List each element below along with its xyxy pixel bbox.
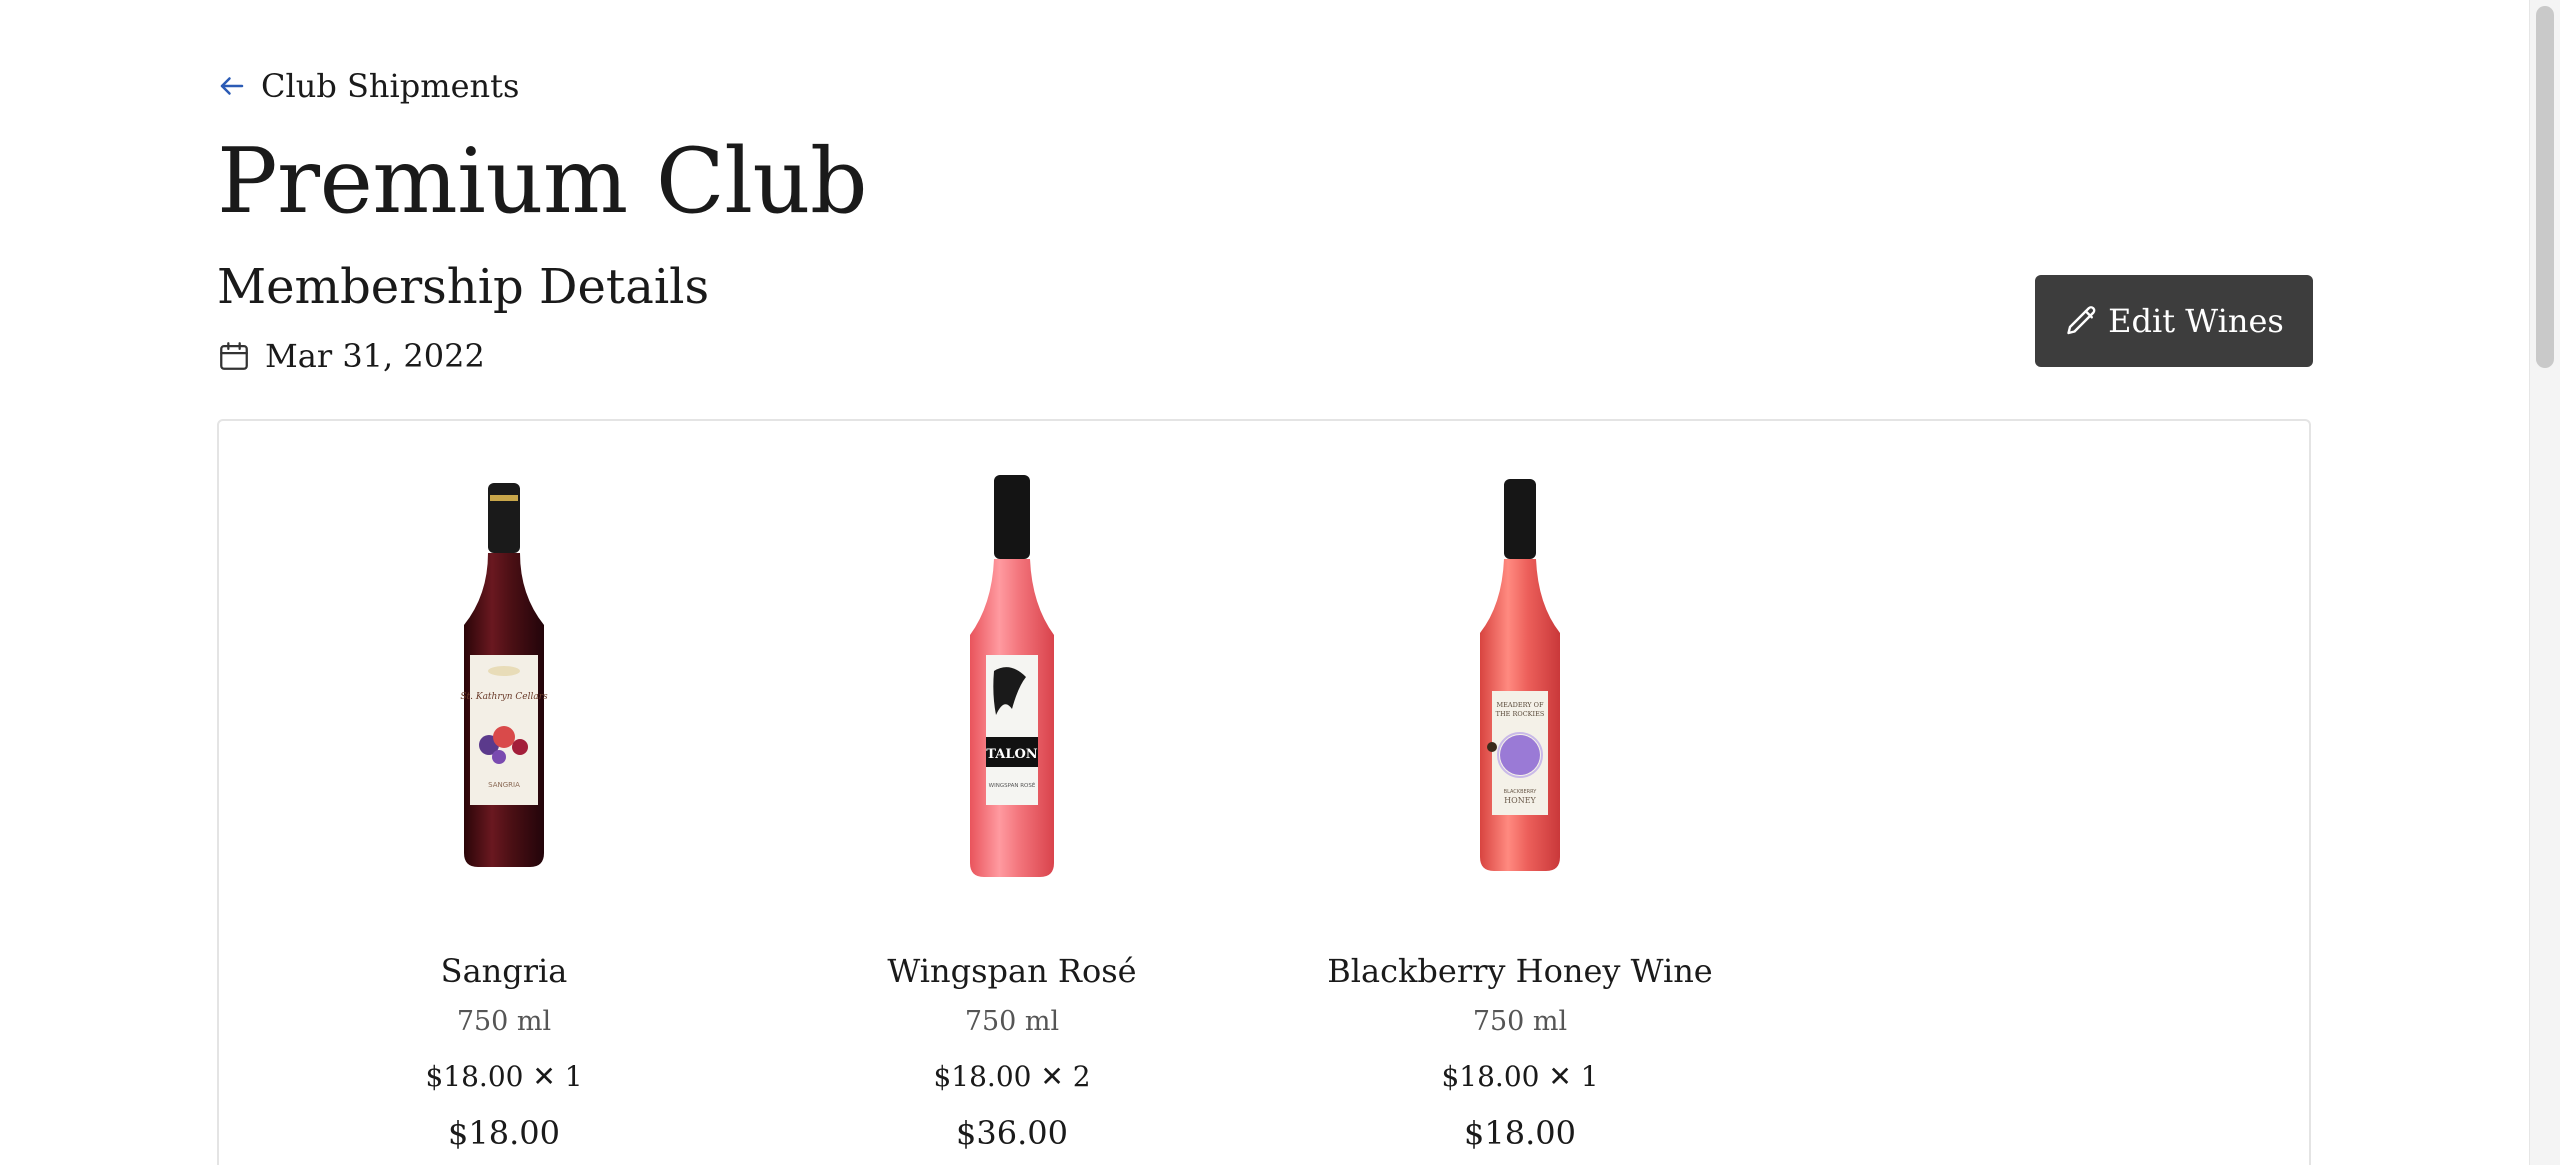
scrollbar-thumb[interactable] (2536, 6, 2554, 368)
wine-line-total: $18.00 (448, 1114, 560, 1152)
wine-item[interactable]: TALON WINGSPAN ROSÉ Wingspan Rosé 750 ml… (802, 475, 1222, 1152)
date-text: Mar 31, 2022 (265, 337, 485, 375)
calendar-icon (217, 339, 251, 373)
wine-price-quantity: $18.00 ✕ 1 (1441, 1060, 1599, 1093)
svg-text:BLACKBERRY: BLACKBERRY (1504, 789, 1538, 795)
wine-name: Wingspan Rosé (887, 952, 1137, 990)
svg-text:HONEY: HONEY (1504, 796, 1536, 805)
shipment-date: Mar 31, 2022 (217, 336, 485, 376)
wine-image: TALON WINGSPAN ROSÉ (802, 475, 1222, 877)
svg-text:THE ROCKIES: THE ROCKIES (1496, 710, 1545, 718)
wine-image: MEADERY OF THE ROCKIES BLACKBERRY HONEY (1310, 475, 1730, 871)
wine-name: Sangria (440, 952, 568, 990)
arrow-left-icon (217, 71, 247, 101)
svg-text:TALON: TALON (986, 747, 1038, 762)
svg-text:MEADERY OF: MEADERY OF (1497, 701, 1544, 709)
wine-name: Blackberry Honey Wine (1327, 952, 1713, 990)
wine-price-quantity: $18.00 ✕ 2 (933, 1060, 1091, 1093)
wine-price-quantity: $18.00 ✕ 1 (425, 1060, 583, 1093)
back-link-label: Club Shipments (261, 67, 520, 105)
svg-text:St. Kathryn Cellars: St. Kathryn Cellars (460, 692, 548, 702)
pencil-icon (2064, 303, 2100, 339)
svg-text:WINGSPAN ROSÉ: WINGSPAN ROSÉ (989, 781, 1036, 789)
page: Club Shipments Premium Club Membership D… (0, 0, 2560, 1165)
wine-item[interactable]: St. Kathryn Cellars SANGRIA Sangria 750 … (294, 475, 714, 1152)
vertical-scrollbar[interactable] (2529, 0, 2560, 1165)
wine-image: St. Kathryn Cellars SANGRIA (294, 475, 714, 867)
edit-wines-label: Edit Wines (2108, 302, 2284, 340)
back-link[interactable]: Club Shipments (217, 64, 519, 108)
wine-volume: 750 ml (964, 1006, 1060, 1037)
edit-wines-button[interactable]: Edit Wines (2035, 275, 2313, 367)
svg-text:SANGRIA: SANGRIA (488, 781, 520, 789)
wine-list-card: St. Kathryn Cellars SANGRIA Sangria 750 … (217, 419, 2311, 1165)
wine-line-total: $18.00 (1464, 1114, 1576, 1152)
section-title: Membership Details (217, 259, 710, 315)
wine-line-total: $36.00 (956, 1114, 1068, 1152)
wine-volume: 750 ml (1472, 1006, 1568, 1037)
wine-volume: 750 ml (456, 1006, 552, 1037)
wine-item[interactable]: MEADERY OF THE ROCKIES BLACKBERRY HONEY … (1310, 475, 1730, 1152)
page-title: Premium Club (217, 129, 868, 234)
